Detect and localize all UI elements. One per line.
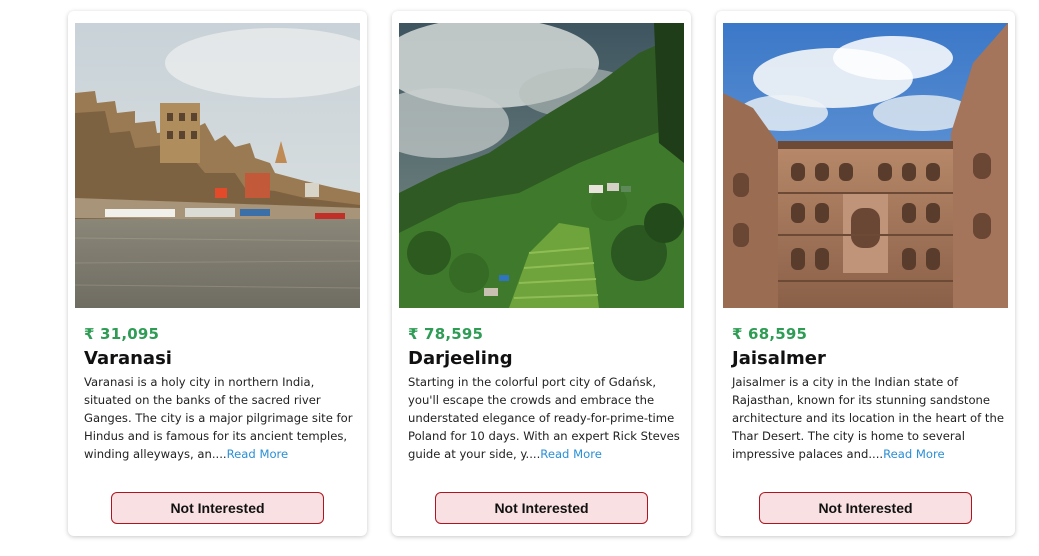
read-more-link[interactable]: Read More xyxy=(227,447,289,461)
tour-card-jaisalmer: ₹ 68,595 Jaisalmer Jaisalmer is a city i… xyxy=(716,11,1015,536)
read-more-link[interactable]: Read More xyxy=(540,447,602,461)
tour-description-text: Jaisalmer is a city in the Indian state … xyxy=(732,375,1004,461)
tour-price: ₹ 78,595 xyxy=(408,325,484,343)
tour-name: Varanasi xyxy=(84,348,172,369)
tour-price: ₹ 68,595 xyxy=(732,325,808,343)
tour-description: Jaisalmer is a city in the Indian state … xyxy=(732,373,1004,463)
read-more-link[interactable]: Read More xyxy=(883,447,945,461)
not-interested-button[interactable]: Not Interested xyxy=(435,492,648,524)
tour-name: Jaisalmer xyxy=(732,348,826,369)
not-interested-button[interactable]: Not Interested xyxy=(111,492,324,524)
tour-price: ₹ 31,095 xyxy=(84,325,160,343)
tour-image-varanasi xyxy=(75,23,360,308)
tour-description: Varanasi is a holy city in northern Indi… xyxy=(84,373,356,463)
tour-description-text: Varanasi is a holy city in northern Indi… xyxy=(84,375,353,461)
tour-image-darjeeling xyxy=(399,23,684,308)
tour-card-varanasi: ₹ 31,095 Varanasi Varanasi is a holy cit… xyxy=(68,11,367,536)
tour-card-darjeeling: ₹ 78,595 Darjeeling Starting in the colo… xyxy=(392,11,691,536)
tour-image-jaisalmer xyxy=(723,23,1008,308)
tour-name: Darjeeling xyxy=(408,348,513,369)
tour-description: Starting in the colorful port city of Gd… xyxy=(408,373,680,463)
not-interested-button[interactable]: Not Interested xyxy=(759,492,972,524)
